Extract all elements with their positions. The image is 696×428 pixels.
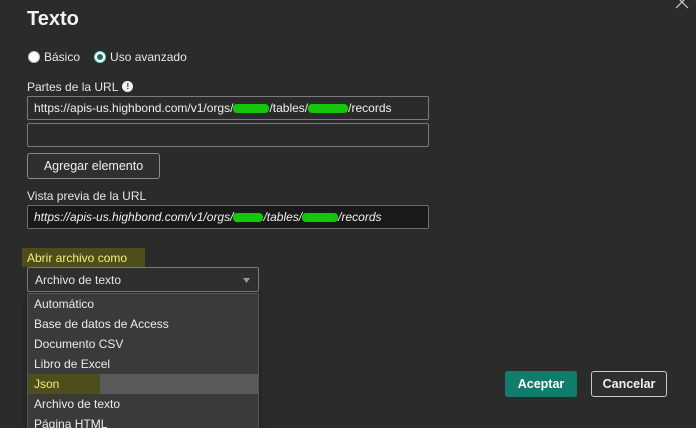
- accept-button[interactable]: Aceptar: [505, 371, 577, 397]
- url-preview-label: Vista previa de la URL: [27, 189, 147, 203]
- url-preview-middle: /tables/: [263, 210, 303, 224]
- redacted-table-id-preview: [302, 212, 339, 222]
- url-part-1-middle: /tables/: [269, 101, 309, 115]
- url-parts-label: Partes de la URL!: [27, 80, 134, 94]
- chevron-down-icon: [243, 278, 250, 283]
- text-source-dialog: Texto Básico Uso avanzado Partes de la U…: [0, 0, 696, 428]
- url-part-1-prefix: https://apis-us.highbond.com/v1/orgs/: [34, 101, 234, 115]
- open-as-label: Abrir archivo como: [22, 248, 145, 267]
- close-icon: [675, 0, 689, 9]
- radio-advanced-label: Uso avanzado: [110, 50, 187, 64]
- redacted-org-id-preview: [233, 212, 264, 222]
- open-as-selected-value: Archivo de texto: [35, 272, 122, 287]
- url-preview-prefix: https://apis-us.highbond.com/v1/orgs/: [34, 210, 234, 224]
- radio-advanced[interactable]: Uso avanzado: [94, 50, 187, 64]
- redacted-org-id: [233, 103, 270, 113]
- radio-basic-label: Básico: [44, 50, 81, 64]
- redacted-table-id: [308, 103, 349, 113]
- option-automatico[interactable]: Automático: [28, 294, 258, 314]
- close-button[interactable]: [674, 0, 690, 10]
- url-part-1-suffix: /records: [348, 101, 392, 115]
- url-parts-label-text: Partes de la URL: [27, 80, 119, 94]
- radio-advanced-dot[interactable]: [94, 51, 107, 63]
- url-preview-suffix: /records: [338, 210, 382, 224]
- option-json[interactable]: Json: [28, 374, 258, 394]
- mode-radio-group: Básico Uso avanzado: [28, 50, 201, 64]
- open-as-select[interactable]: Archivo de texto: [27, 267, 259, 292]
- option-access-db[interactable]: Base de datos de Access: [28, 314, 258, 334]
- add-element-button[interactable]: Agregar elemento: [27, 153, 160, 179]
- url-preview-field: https://apis-us.highbond.com/v1/orgs/ /t…: [27, 205, 429, 229]
- info-icon[interactable]: !: [122, 81, 134, 93]
- option-html-page[interactable]: Página HTML: [28, 414, 258, 428]
- option-text-file[interactable]: Archivo de texto: [28, 394, 258, 414]
- option-json-label: Json: [34, 377, 60, 391]
- url-part-field-2[interactable]: [27, 123, 429, 147]
- open-as-dropdown-list: Automático Base de datos de Access Docum…: [27, 293, 259, 428]
- radio-basic-dot[interactable]: [28, 51, 40, 63]
- dialog-title: Texto: [27, 8, 79, 30]
- radio-basic[interactable]: Básico: [28, 50, 80, 64]
- option-csv[interactable]: Documento CSV: [28, 334, 258, 354]
- option-excel[interactable]: Libro de Excel: [28, 354, 258, 374]
- cancel-button[interactable]: Cancelar: [591, 371, 667, 397]
- url-part-field-1[interactable]: https://apis-us.highbond.com/v1/orgs/ /t…: [27, 96, 429, 120]
